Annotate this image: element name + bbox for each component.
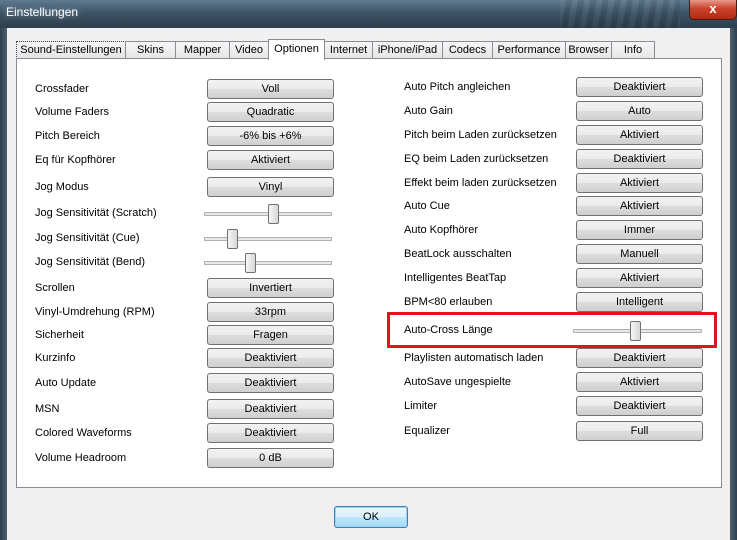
tab-internet[interactable]: Internet bbox=[324, 41, 373, 59]
title-bar[interactable]: Einstellungen bbox=[0, 0, 737, 28]
option-label-playlisten-automatisch-laden: Playlisten automatisch laden bbox=[404, 352, 544, 364]
option-label-intelligentes-beattap: Intelligentes BeatTap bbox=[404, 272, 507, 284]
slider-track[interactable] bbox=[204, 237, 332, 241]
option-label-eq-beim-laden-zuruecksetzen: EQ beim Laden zurücksetzen bbox=[404, 153, 549, 165]
tab-browser[interactable]: Browser bbox=[565, 41, 612, 59]
tab-optionen[interactable]: Optionen bbox=[268, 39, 325, 60]
option-button-eq-beim-laden-zuruecksetzen[interactable]: Deaktiviert bbox=[576, 149, 703, 169]
option-label-vinyl-umdrehung-rpm: Vinyl-Umdrehung (RPM) bbox=[35, 306, 155, 318]
option-label-msn: MSN bbox=[35, 403, 60, 415]
option-label-colored-waveforms: Colored Waveforms bbox=[35, 427, 132, 439]
close-button[interactable]: x bbox=[689, 0, 737, 20]
slider-jog-sensitivitaet-scratch[interactable] bbox=[204, 203, 332, 225]
option-label-auto-cue: Auto Cue bbox=[404, 200, 450, 212]
option-button-crossfader[interactable]: Voll bbox=[207, 79, 334, 99]
tab-sound-einstellungen[interactable]: Sound-Einstellungen bbox=[16, 41, 126, 59]
option-button-sicherheit[interactable]: Fragen bbox=[207, 325, 334, 345]
slider-track[interactable] bbox=[204, 261, 332, 265]
option-button-auto-update[interactable]: Deaktiviert bbox=[207, 373, 334, 393]
highlight-box bbox=[387, 312, 717, 348]
option-button-vinyl-umdrehung-rpm[interactable]: 33rpm bbox=[207, 302, 334, 322]
option-button-autosave-ungespielte[interactable]: Aktiviert bbox=[576, 372, 703, 392]
slider-thumb[interactable] bbox=[245, 253, 256, 273]
option-label-jog-sensitivitaet-bend: Jog Sensitivität (Bend) bbox=[35, 256, 146, 268]
option-button-playlisten-automatisch-laden[interactable]: Deaktiviert bbox=[576, 348, 703, 368]
option-button-auto-kopfhoerer[interactable]: Immer bbox=[576, 220, 703, 240]
option-label-auto-pitch-angleichen: Auto Pitch angleichen bbox=[404, 81, 511, 93]
option-label-bpm-80-erlauben: BPM<80 erlauben bbox=[404, 296, 493, 308]
option-label-jog-sensitivitaet-scratch: Jog Sensitivität (Scratch) bbox=[35, 207, 157, 219]
option-label-volume-faders: Volume Faders bbox=[35, 106, 109, 118]
option-button-jog-modus[interactable]: Vinyl bbox=[207, 177, 334, 197]
option-label-eq-fuer-kopfhoerer: Eq für Kopfhörer bbox=[35, 154, 116, 166]
option-button-pitch-bereich[interactable]: -6% bis +6% bbox=[207, 126, 334, 146]
option-label-beatlock-ausschalten: BeatLock ausschalten bbox=[404, 248, 512, 260]
ok-button[interactable]: OK bbox=[334, 506, 408, 528]
option-label-auto-update: Auto Update bbox=[35, 377, 97, 389]
option-label-jog-sensitivitaet-cue: Jog Sensitivität (Cue) bbox=[35, 232, 140, 244]
option-button-auto-cue[interactable]: Aktiviert bbox=[576, 196, 703, 216]
slider-jog-sensitivitaet-bend[interactable] bbox=[204, 252, 332, 274]
slider-thumb[interactable] bbox=[227, 229, 238, 249]
options-panel: Crossfader Voll Volume Faders Quadratic Pitc… bbox=[16, 58, 722, 488]
tab-skins[interactable]: Skins bbox=[125, 41, 176, 59]
close-icon: x bbox=[709, 1, 717, 16]
option-label-auto-gain: Auto Gain bbox=[404, 105, 453, 117]
option-label-autosave-ungespielte: AutoSave ungespielte bbox=[404, 376, 512, 388]
option-button-eq-fuer-kopfhoerer[interactable]: Aktiviert bbox=[207, 150, 334, 170]
tab-info[interactable]: Info bbox=[611, 41, 655, 59]
option-button-volume-headroom[interactable]: 0 dB bbox=[207, 448, 334, 468]
option-button-volume-faders[interactable]: Quadratic bbox=[207, 102, 334, 122]
option-button-bpm-80-erlauben[interactable]: Intelligent bbox=[576, 292, 703, 312]
option-label-effekt-beim-laden-zuruecksetzen: Effekt beim laden zurücksetzen bbox=[404, 177, 557, 189]
window-title: Einstellungen bbox=[6, 5, 79, 19]
option-label-limiter: Limiter bbox=[404, 400, 438, 412]
option-button-pitch-beim-laden-zuruecksetzen[interactable]: Aktiviert bbox=[576, 125, 703, 145]
tab-performance[interactable]: Performance bbox=[492, 41, 566, 59]
option-label-kurzinfo: Kurzinfo bbox=[35, 352, 76, 364]
option-button-auto-pitch-angleichen[interactable]: Deaktiviert bbox=[576, 77, 703, 97]
option-button-beatlock-ausschalten[interactable]: Manuell bbox=[576, 244, 703, 264]
option-label-pitch-bereich: Pitch Bereich bbox=[35, 130, 100, 142]
option-label-pitch-beim-laden-zuruecksetzen: Pitch beim Laden zurücksetzen bbox=[404, 129, 557, 141]
option-button-limiter[interactable]: Deaktiviert bbox=[576, 396, 703, 416]
tab-iphone-ipad[interactable]: iPhone/iPad bbox=[372, 41, 443, 59]
option-label-volume-headroom: Volume Headroom bbox=[35, 452, 127, 464]
option-button-intelligentes-beattap[interactable]: Aktiviert bbox=[576, 268, 703, 288]
option-label-sicherheit: Sicherheit bbox=[35, 329, 84, 341]
option-button-colored-waveforms[interactable]: Deaktiviert bbox=[207, 423, 334, 443]
tab-codecs[interactable]: Codecs bbox=[442, 41, 493, 59]
titlebar-decoration bbox=[560, 0, 680, 28]
option-button-kurzinfo[interactable]: Deaktiviert bbox=[207, 348, 334, 368]
slider-thumb[interactable] bbox=[268, 204, 279, 224]
tab-video[interactable]: Video bbox=[229, 41, 269, 59]
option-button-equalizer[interactable]: Full bbox=[576, 421, 703, 441]
option-label-crossfader: Crossfader bbox=[35, 83, 89, 95]
slider-jog-sensitivitaet-cue[interactable] bbox=[204, 228, 332, 250]
option-label-equalizer: Equalizer bbox=[404, 425, 450, 437]
window-frame-left bbox=[0, 28, 7, 540]
option-label-jog-modus: Jog Modus bbox=[35, 181, 89, 193]
option-label-scrollen: Scrollen bbox=[35, 282, 75, 294]
option-button-msn[interactable]: Deaktiviert bbox=[207, 399, 334, 419]
option-button-effekt-beim-laden-zuruecksetzen[interactable]: Aktiviert bbox=[576, 173, 703, 193]
tab-mapper[interactable]: Mapper bbox=[175, 41, 230, 59]
settings-window: Einstellungen x Sound-Einstellungen Skins… bbox=[0, 0, 737, 540]
window-frame-right bbox=[730, 28, 737, 540]
option-label-auto-kopfhoerer: Auto Kopfhörer bbox=[404, 224, 478, 236]
option-button-auto-gain[interactable]: Auto bbox=[576, 101, 703, 121]
option-button-scrollen[interactable]: Invertiert bbox=[207, 278, 334, 298]
